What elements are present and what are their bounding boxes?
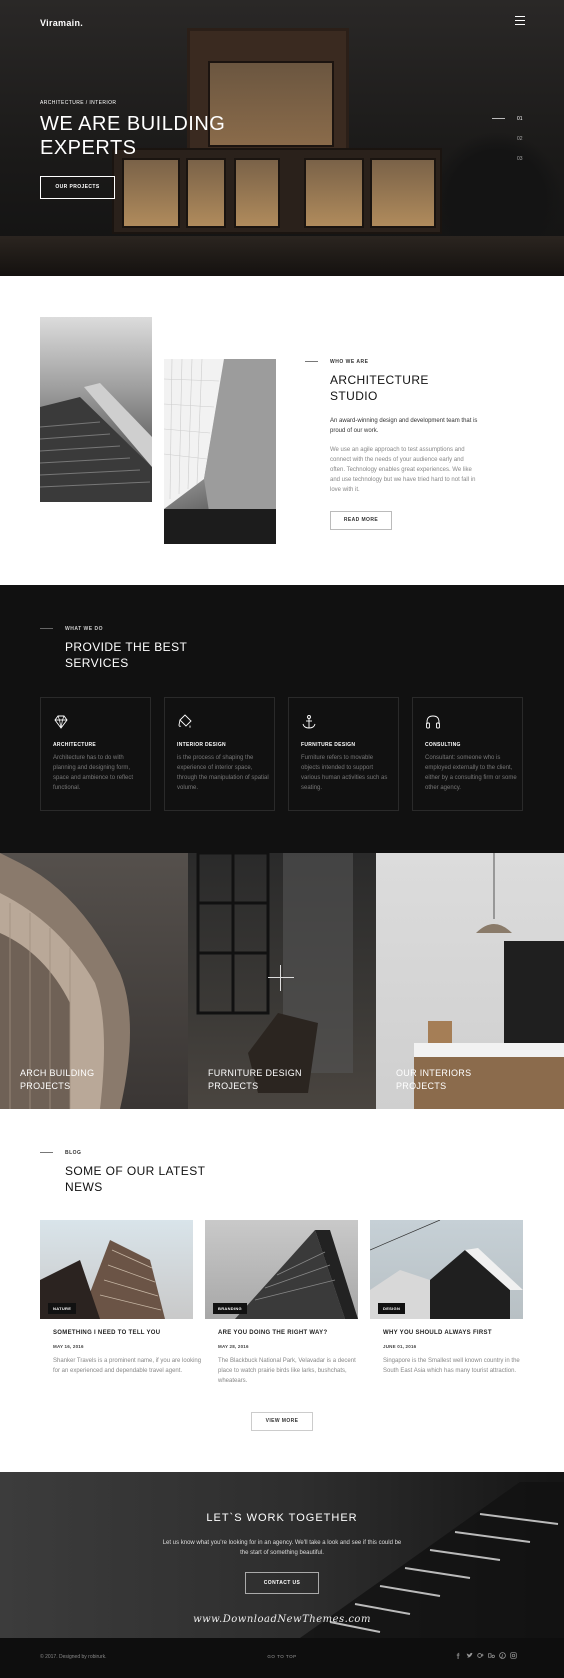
project-label-line2: PROJECTS [396,1081,447,1091]
post-date: MAY 16, 2016 [53,1344,84,1349]
google-plus-icon[interactable] [477,1652,484,1659]
pager-item-2[interactable]: 02 [517,136,523,142]
services-title-line2: SERVICES [65,656,129,670]
service-card-consulting[interactable]: CONSULTING Consultant: someone who is em… [412,697,523,811]
hero-title: WE ARE BUILDING EXPERTS [40,112,300,160]
project-label-line2: PROJECTS [20,1081,71,1091]
post-date: JUNE 01, 2016 [383,1344,417,1349]
project-tile-furniture-design[interactable]: FURNITURE DESIGN PROJECTS [188,853,376,1109]
post-tag[interactable]: NATURE [48,1303,77,1314]
view-more-button[interactable]: VIEW MORE [251,1412,313,1431]
about-title-line1: ARCHITECTURE [330,373,429,387]
service-description: Architecture has to do with planning and… [53,755,134,791]
service-card-architecture[interactable]: ARCHITECTURE Architecture has to do with… [40,697,151,811]
watermark-text: www.DownloadNewThemes.com [193,1614,371,1625]
service-name: ARCHITECTURE [53,742,97,748]
post-excerpt: The Blackbuck National Park, Velavadar i… [218,1358,356,1384]
blog-post-image[interactable]: DESIGN [370,1220,523,1319]
blog-kicker-dash [40,1152,53,1153]
service-card-interior-design[interactable]: INTERIOR DESIGN is the process of shapin… [164,697,275,811]
post-excerpt: Singapore is the Smallest well known cou… [383,1358,520,1374]
service-description: Furniture refers to movable objects inte… [301,755,388,791]
hero-trees [430,132,564,242]
service-name: CONSULTING [425,742,461,748]
project-label-line1: FURNITURE DESIGN [208,1068,302,1078]
pager-active-line [492,118,505,119]
site-logo[interactable]: Viramain. [40,18,83,28]
hero-title-line1: WE ARE BUILDING [40,113,226,135]
services-kicker: WHAT WE DO [65,626,103,632]
post-title[interactable]: SOMETHING I NEED TO TELL YOU [53,1330,160,1336]
project-label-line1: OUR INTERIORS [396,1068,472,1078]
post-excerpt: Shanker Travels is a prominent name, if … [53,1358,202,1374]
hero-kicker: ARCHITECTURE / INTERIOR [40,100,117,106]
pager-item-3[interactable]: 03 [517,156,523,162]
project-label: FURNITURE DESIGN PROJECTS [208,1067,302,1093]
about-stairs-image [40,317,152,502]
about-title-line2: STUDIO [330,389,378,403]
our-projects-button[interactable]: OUR PROJECTS [40,176,115,199]
diamond-icon [54,715,68,729]
project-tile-our-interiors[interactable]: OUR INTERIORS PROJECTS [376,853,564,1109]
hero-pool [0,236,564,276]
behance-icon[interactable] [488,1652,495,1659]
cta-text: Let us know what you're looking for in a… [162,1540,402,1556]
post-tag[interactable]: BRANDING [213,1303,247,1314]
paint-bucket-icon [178,714,192,728]
about-lead-text: An award-winning design and development … [330,418,478,434]
instagram-icon[interactable] [510,1652,517,1659]
post-title[interactable]: WHY YOU SHOULD ALWAYS FIRST [383,1330,492,1336]
facebook-icon[interactable] [455,1652,462,1659]
post-date: MAY 28, 2016 [218,1344,249,1349]
service-description: Consultant: someone who is employed exte… [425,755,517,791]
project-label: OUR INTERIORS PROJECTS [396,1067,471,1093]
services-title-line1: PROVIDE THE BEST [65,640,188,654]
anchor-icon [302,715,316,729]
contact-us-button[interactable]: CONTACT US [245,1572,319,1594]
service-description: is the process of shaping the experience… [177,755,269,791]
blog-title: SOME OF OUR LATEST NEWS [65,1163,205,1195]
blog-post-image[interactable]: BRANDING [205,1220,358,1319]
services-kicker-dash [40,628,53,629]
about-kicker-dash [305,361,318,362]
twitter-icon[interactable] [466,1652,473,1659]
project-label: ARCH BUILDING PROJECTS [20,1067,94,1093]
about-building-image [164,359,276,544]
pinterest-icon[interactable] [499,1652,506,1659]
about-title: ARCHITECTURE STUDIO [330,372,429,404]
about-kicker: WHO WE ARE [330,359,369,365]
blog-post-image[interactable]: NATURE [40,1220,193,1319]
hero-title-line2: EXPERTS [40,137,137,159]
about-body-text: We use an agile approach to test assumpt… [330,447,476,493]
hero-house-lower [112,148,442,234]
service-name: FURNITURE DESIGN [301,742,356,748]
post-tag[interactable]: DESIGN [378,1303,406,1314]
hamburger-menu-icon[interactable] [515,16,525,26]
blog-kicker: BLOG [65,1150,82,1156]
headphones-icon [426,715,440,729]
blog-title-line2: NEWS [65,1180,103,1194]
services-title: PROVIDE THE BEST SERVICES [65,639,187,671]
read-more-button[interactable]: READ MORE [330,511,392,530]
service-name: INTERIOR DESIGN [177,742,226,748]
project-label-line2: PROJECTS [208,1081,259,1091]
project-label-line1: ARCH BUILDING [20,1068,95,1078]
pager-item-1[interactable]: 01 [517,116,523,122]
post-title[interactable]: ARE YOU DOING THE RIGHT WAY? [218,1330,327,1336]
project-tile-arch-building[interactable]: ARCH BUILDING PROJECTS [0,853,188,1109]
service-card-furniture-design[interactable]: FURNITURE DESIGN Furniture refers to mov… [288,697,399,811]
crosshair-icon [268,965,294,991]
blog-title-line1: SOME OF OUR LATEST [65,1164,206,1178]
cta-title: LET`S WORK TOGETHER [206,1512,358,1524]
